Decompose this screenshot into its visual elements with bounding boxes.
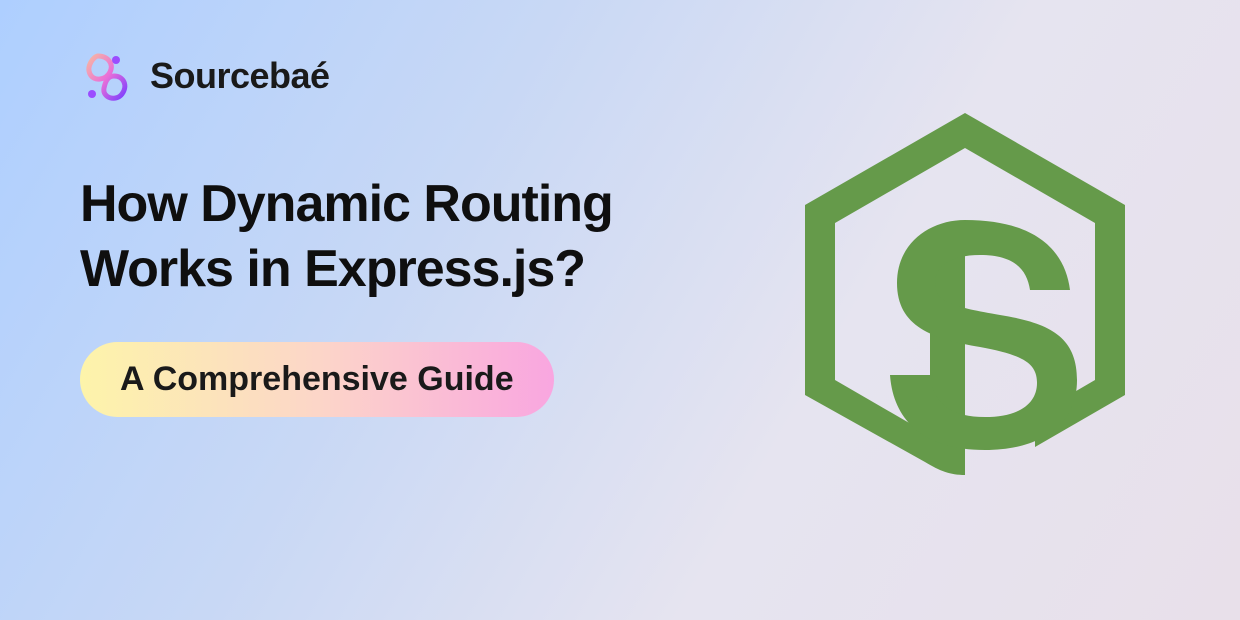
subtitle-label: A Comprehensive Guide [120,360,514,398]
headline-line-2: Works in Express.js? [80,240,585,298]
main-content: Sourcebaé How Dynamic Routing Works in E… [80,50,613,417]
brand-name: Sourcebaé [150,55,330,97]
page-title: How Dynamic Routing Works in Express.js? [80,172,613,302]
sourcebae-logo-icon [80,50,132,102]
headline-line-1: How Dynamic Routing [80,175,613,233]
subtitle-pill: A Comprehensive Guide [80,342,554,417]
brand-logo: Sourcebaé [80,50,613,102]
nodejs-logo-icon [785,105,1145,515]
